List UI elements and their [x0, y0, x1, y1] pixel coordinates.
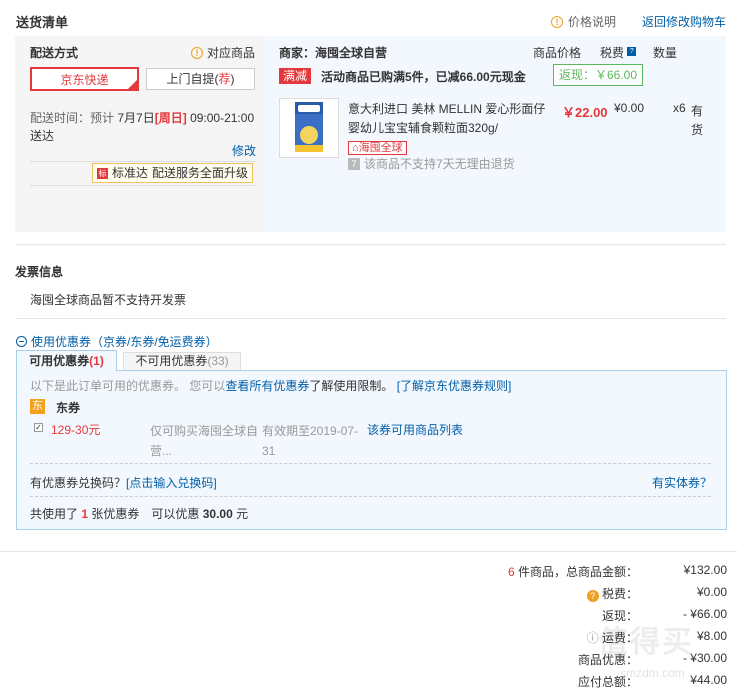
pickup-label: 上门自提(: [166, 72, 219, 86]
coupon-rules-link[interactable]: [了解京东优惠券规则]: [397, 379, 512, 393]
enter-redeem-code-link[interactable]: [点击输入兑换码]: [126, 476, 217, 490]
tab-usable-label: 可用优惠券: [29, 354, 90, 368]
summary-prefix: 共使用了: [30, 507, 79, 521]
items-label: 件商品，总商品金额：: [517, 565, 638, 579]
price-explain-link[interactable]: ! 价格说明: [551, 13, 616, 30]
stock-status: 有货: [691, 104, 704, 137]
promo-tag: 满减: [279, 68, 312, 84]
coupon-summary: 共使用了 1 张优惠券 可以优惠 30.00 元: [30, 505, 248, 522]
collapse-icon: [16, 336, 27, 347]
quantity-value: x6: [673, 101, 686, 115]
summary-mid: 张优惠券 可以优惠: [91, 507, 200, 521]
delivery-time-prefix: 配送时间：预计: [30, 111, 115, 125]
coupon-info-suffix: 了解使用限制。: [309, 379, 394, 393]
watermark: 值得买: [598, 626, 694, 659]
delivery-weekday: [周日]: [154, 111, 187, 125]
redeem-question: 有优惠券兑换码？: [30, 476, 127, 490]
coupon-toggle[interactable]: 使用优惠券（京券/东券/免运费券）: [16, 333, 218, 350]
divider: [30, 496, 711, 497]
redeem-code-row: 有优惠券兑换码？[点击输入兑换码]: [30, 474, 217, 491]
column-header-qty: 数量: [653, 46, 678, 60]
total-items-value: ¥132.00: [683, 563, 727, 577]
tab-usable-coupons[interactable]: 可用优惠券(1): [16, 350, 117, 371]
no-return-icon: 7: [348, 157, 360, 170]
total-items-label: 6 件商品，总商品金额：: [508, 563, 638, 580]
physical-coupon-link[interactable]: 有实体券？: [652, 474, 712, 491]
product-box-icon: [295, 102, 323, 152]
summary-amount: 30.00: [202, 507, 233, 521]
items-count: 6: [507, 565, 515, 579]
unit-price: ￥22.00: [562, 105, 608, 120]
coupon-expiry: 有效期至2019-07-31: [262, 424, 359, 458]
global-store-tag: ⌂海囤全球: [348, 141, 407, 155]
no-return-notice: 7 该商品不支持7天无理由退货: [348, 155, 515, 172]
tax-total-value: ¥0.00: [696, 585, 727, 599]
divider: [0, 551, 737, 552]
seller-value: 海囤全球自营: [315, 46, 388, 60]
summary-count: 1: [81, 507, 89, 521]
service-tag-name: 标准达: [112, 166, 149, 180]
invoice-notice: 海囤全球商品暂不支持开发票: [30, 293, 187, 307]
column-header-price: 商品价格: [533, 46, 582, 60]
coupon-group-label: 东券: [56, 401, 81, 415]
no-return-text: 该商品不支持7天无理由退货: [364, 157, 515, 171]
seller-label: 商家：: [279, 46, 316, 60]
shipping-method-label: 配送方式: [30, 46, 79, 60]
info-icon: !: [551, 15, 563, 28]
service-upgrade-tag: 标 标准达 配送服务全面升级: [92, 163, 254, 183]
tab-usable-count: (1): [89, 354, 104, 368]
price-explain-label: 价格说明: [568, 15, 617, 29]
freight-info-icon[interactable]: ⓘ: [587, 631, 599, 645]
column-header-tax: 税费 ?: [600, 44, 637, 61]
recommended-flag: 荐: [218, 72, 231, 86]
section-title: 送货清单: [16, 15, 69, 30]
pickup-label-suffix: ): [230, 72, 235, 86]
match-goods-label: 对应商品: [207, 46, 256, 60]
help-icon[interactable]: ?: [627, 47, 637, 56]
standard-delivery-icon: 标: [97, 167, 108, 179]
divider: [15, 244, 726, 245]
divider: [30, 161, 255, 162]
tab-unusable-count: (33): [207, 354, 229, 368]
tab-unusable-label: 不可用优惠券: [135, 354, 208, 368]
divider: [15, 318, 726, 319]
coupon-info-prefix: 以下是此订单可用的优惠券。 您可以: [30, 379, 226, 393]
shipping-option-jd-express[interactable]: 京东快递: [30, 67, 139, 91]
payable-total-value: ¥44.00: [690, 673, 727, 687]
invoice-title: 发票信息: [15, 265, 64, 279]
help-icon[interactable]: ?: [586, 590, 599, 602]
coupon-amount: 129-30元: [51, 423, 101, 437]
delivery-date: 7月7日: [117, 111, 155, 125]
match-goods-link[interactable]: ! 对应商品: [191, 44, 255, 61]
seller-name: 商家：海囤全球自营: [279, 44, 387, 61]
product-name-link[interactable]: 意大利进口 美林 MELLIN 爱心形面仔婴幼儿宝宝辅食颗粒面320g/: [348, 100, 548, 138]
service-tag-text: 配送服务全面升级: [152, 166, 249, 180]
global-store-label: 海囤全球: [358, 142, 403, 154]
shipping-option-pickup[interactable]: 上门自提(荐): [146, 68, 255, 90]
tax-header-label: 税费: [600, 46, 625, 60]
divider: [30, 185, 255, 186]
dong-coupon-icon: 东: [30, 399, 45, 414]
view-all-coupons-link[interactable]: 查看所有优惠券: [225, 379, 309, 393]
info-icon: !: [191, 46, 203, 59]
tax-total-label: ? 税费：: [586, 585, 638, 602]
back-to-cart-link[interactable]: 返回修改购物车: [642, 13, 726, 30]
coupon-scope: 仅可购买海囤全球自营...: [150, 424, 259, 458]
product-image[interactable]: [279, 98, 339, 158]
tab-unusable-coupons[interactable]: 不可用优惠券(33): [123, 352, 241, 370]
divider: [30, 463, 711, 464]
tax-label: 税费：: [601, 587, 638, 601]
promo-text: 活动商品已购满5件，已减66.00元现金: [321, 70, 526, 84]
coupon-toggle-label: 使用优惠券（京券/东券/免运费券）: [31, 335, 218, 349]
coupon-checkbox[interactable]: ✓: [34, 423, 43, 432]
tax-value: ¥0.00: [614, 101, 645, 115]
modify-delivery-link[interactable]: 修改: [232, 142, 256, 159]
watermark-url: smzdm.com: [620, 666, 685, 680]
summary-unit: 元: [236, 507, 249, 521]
delivery-time: 配送时间：预计 7月7日[周日] 09:00-21:00 送达: [30, 109, 256, 145]
coupon-products-link[interactable]: 该券可用商品列表: [367, 421, 463, 438]
rebate-badge: 返现：￥66.00: [553, 64, 643, 86]
freight-total-value: ¥8.00: [696, 629, 727, 643]
coupon-info: 以下是此订单可用的优惠券。 您可以查看所有优惠券了解使用限制。 [了解京东优惠券…: [30, 377, 511, 394]
